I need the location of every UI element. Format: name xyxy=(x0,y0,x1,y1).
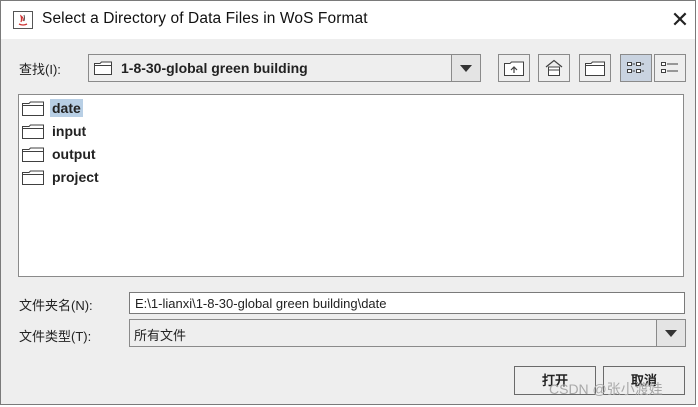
folder-icon xyxy=(22,147,44,162)
folder-icon xyxy=(22,170,44,185)
close-button[interactable]: ✕ xyxy=(667,7,693,33)
chevron-down-icon[interactable] xyxy=(656,320,685,346)
list-item-label: input xyxy=(52,123,87,139)
file-list[interactable]: date input output project xyxy=(18,94,684,277)
home-button[interactable] xyxy=(538,54,570,82)
title-bar: Select a Directory of Data Files in WoS … xyxy=(1,1,695,39)
folder-name-label: 文件夹名(N): xyxy=(19,298,93,313)
window-title: Select a Directory of Data Files in WoS … xyxy=(42,10,368,27)
details-view-button[interactable] xyxy=(654,54,686,82)
file-chooser-dialog: Select a Directory of Data Files in WoS … xyxy=(0,0,696,405)
list-item-label: date xyxy=(50,99,83,117)
look-in-value: 1-8-30-global green building xyxy=(121,60,308,76)
list-item-label: output xyxy=(52,146,96,162)
up-folder-button[interactable] xyxy=(498,54,530,82)
folder-icon xyxy=(22,101,44,116)
new-folder-button[interactable] xyxy=(579,54,611,82)
chevron-down-icon[interactable] xyxy=(451,55,480,81)
java-app-icon xyxy=(13,11,33,29)
look-in-combo[interactable]: 1-8-30-global green building xyxy=(88,54,481,82)
folder-name-input[interactable] xyxy=(129,292,685,314)
look-in-label-text: 查找(I): xyxy=(19,62,61,77)
list-item-label: project xyxy=(52,169,99,185)
list-view-button[interactable] xyxy=(620,54,652,82)
file-type-value: 所有文件 xyxy=(134,328,187,343)
watermark: CSDN @张小渡娃 xyxy=(549,381,663,397)
file-type-combo[interactable]: 所有文件 xyxy=(129,319,686,347)
folder-icon xyxy=(22,124,44,139)
folder-icon xyxy=(94,61,112,75)
file-type-label: 文件类型(T): xyxy=(19,329,92,344)
look-in-label: 查找(I): xyxy=(19,59,61,78)
